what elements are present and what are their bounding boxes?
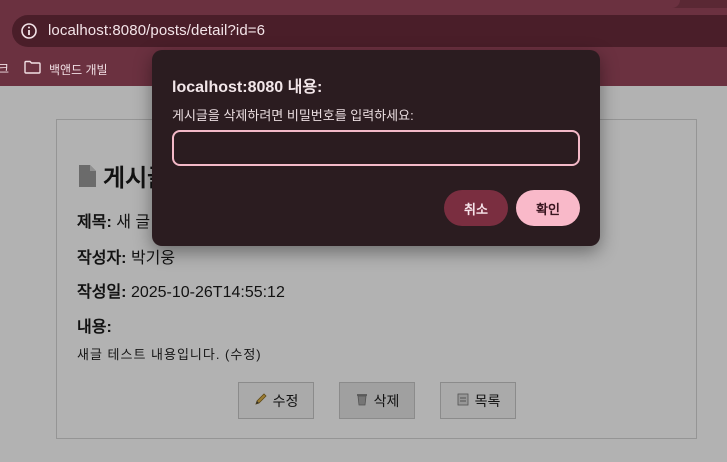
bookmark-folder-label: 백앤드 개빌 — [49, 62, 108, 77]
password-input[interactable] — [172, 130, 580, 166]
dialog-title: localhost:8080 내용: — [172, 79, 323, 96]
bookmark-folder[interactable]: 백앤드 개빌 — [24, 59, 108, 79]
dialog-message: 게시글을 삭제하려면 비밀번호를 입력하세요: — [172, 108, 414, 123]
cancel-button[interactable]: 취소 — [444, 190, 508, 226]
folder-icon — [24, 60, 41, 79]
browser-toolbar: localhost:8080/posts/detail?id=6 — [0, 8, 727, 52]
tab-strip — [0, 0, 727, 8]
active-tab-edge[interactable] — [0, 0, 680, 8]
info-icon[interactable] — [20, 22, 38, 40]
address-bar[interactable]: localhost:8080/posts/detail?id=6 — [12, 15, 727, 47]
password-prompt-dialog: localhost:8080 내용: 게시글을 삭제하려면 비밀번호를 입력하세… — [152, 50, 600, 246]
url-text[interactable]: localhost:8080/posts/detail?id=6 — [48, 22, 265, 39]
bookmark-item-truncated[interactable]: 크 — [0, 60, 9, 77]
ok-button[interactable]: 확인 — [516, 190, 580, 226]
